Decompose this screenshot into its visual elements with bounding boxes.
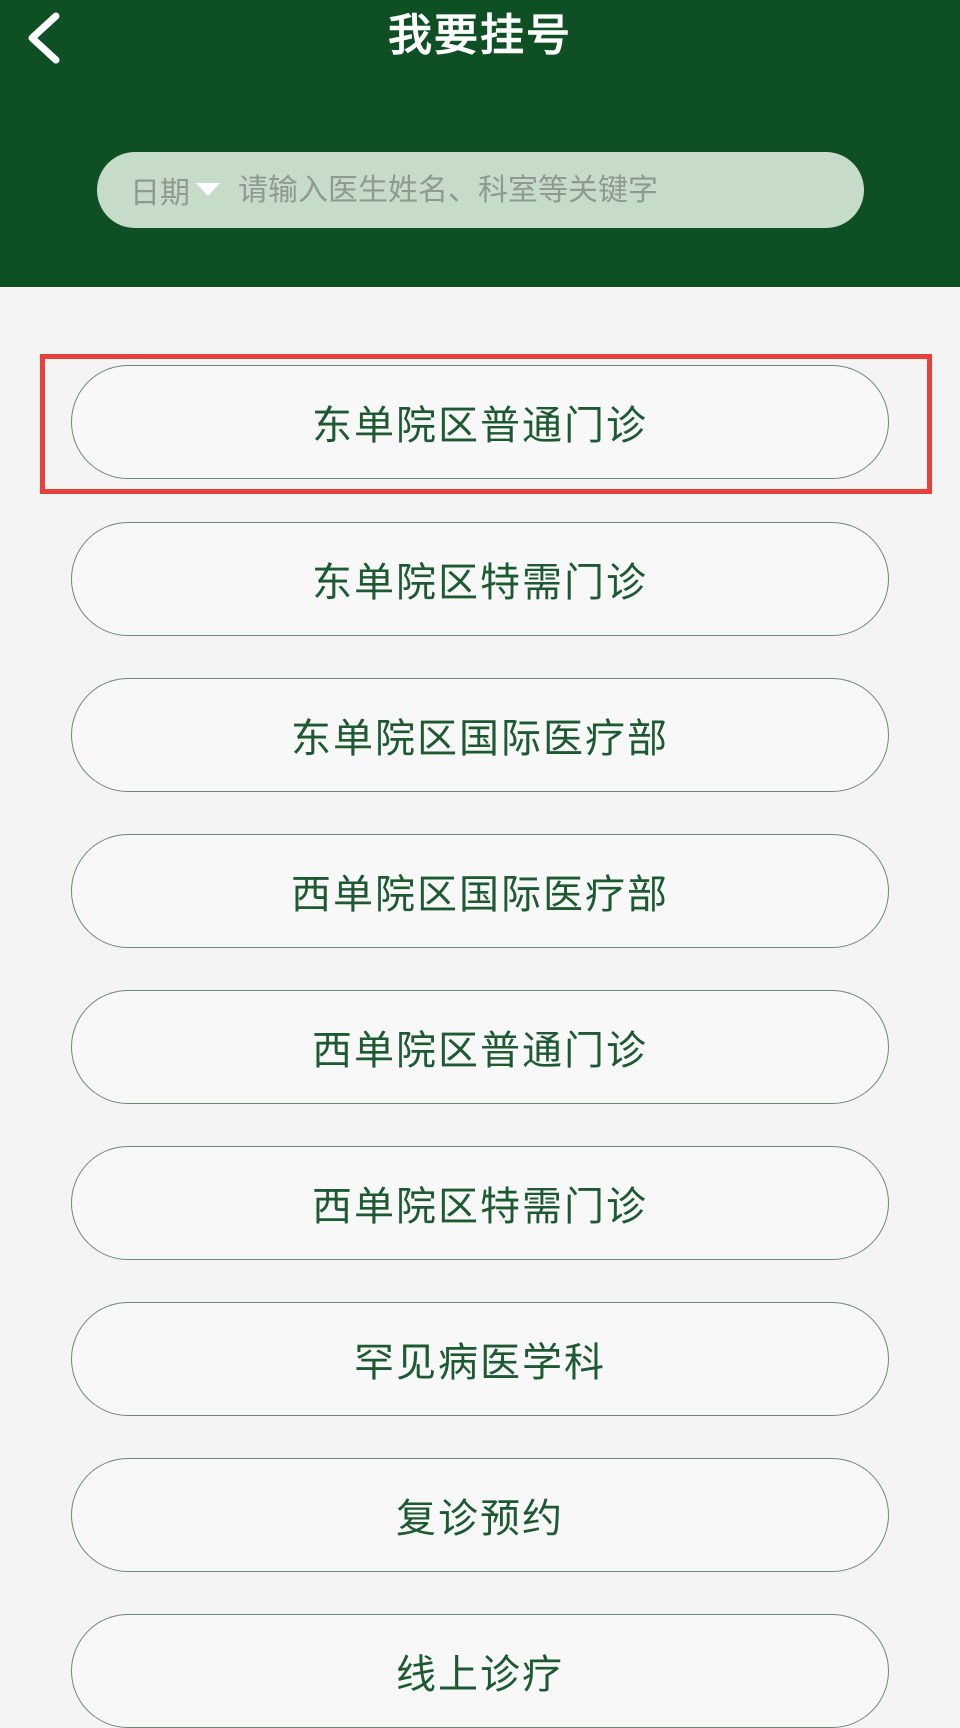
search-bar: 日期 (97, 152, 864, 228)
date-filter-dropdown[interactable]: 日期 (130, 168, 236, 212)
search-input[interactable] (236, 171, 840, 209)
menu-item-online-consultation[interactable]: 线上诊疗 (71, 1614, 889, 1728)
menu-item-label: 复诊预约 (396, 1496, 564, 1542)
caret-down-icon (196, 183, 220, 197)
menu-item-xidan-special[interactable]: 西单院区特需门诊 (71, 1146, 889, 1260)
menu-item-label: 罕见病医学科 (354, 1340, 606, 1386)
menu-item-dongdan-general[interactable]: 东单院区普通门诊 (71, 365, 889, 479)
menu-item-label: 西单院区国际医疗部 (291, 872, 669, 918)
menu-item-label: 线上诊疗 (396, 1652, 564, 1698)
menu-item-dongdan-special[interactable]: 东单院区特需门诊 (71, 522, 889, 636)
menu-item-xidan-international[interactable]: 西单院区国际医疗部 (71, 834, 889, 948)
menu-item-xidan-general[interactable]: 西单院区普通门诊 (71, 990, 889, 1104)
menu-item-dongdan-international[interactable]: 东单院区国际医疗部 (71, 678, 889, 792)
menu-item-label: 西单院区特需门诊 (312, 1184, 648, 1230)
menu-item-label: 东单院区普通门诊 (312, 403, 648, 449)
header-bar: 我要挂号 日期 (0, 0, 960, 287)
menu-item-follow-up[interactable]: 复诊预约 (71, 1458, 889, 1572)
menu-item-label: 东单院区国际医疗部 (291, 716, 669, 762)
back-button[interactable] (14, 8, 74, 68)
chevron-left-icon (28, 12, 60, 64)
menu-item-label: 西单院区普通门诊 (312, 1028, 648, 1074)
date-filter-label: 日期 (130, 176, 190, 211)
page-title: 我要挂号 (388, 10, 572, 61)
menu-item-label: 东单院区特需门诊 (312, 560, 648, 606)
menu-item-rare-disease[interactable]: 罕见病医学科 (71, 1302, 889, 1416)
